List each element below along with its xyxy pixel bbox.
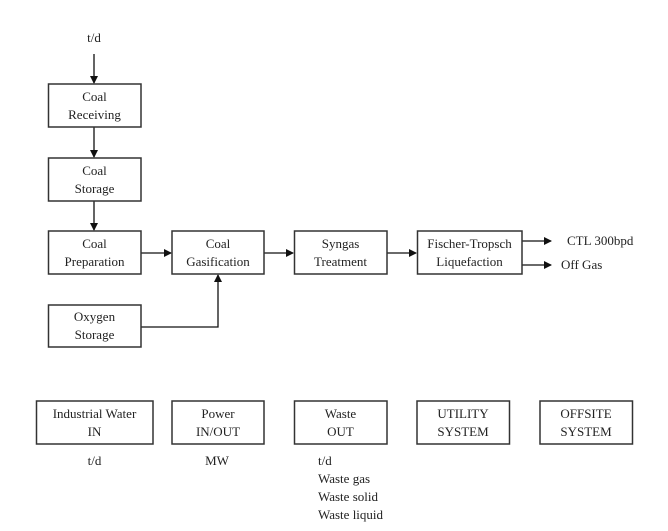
block-label: Coal	[206, 236, 231, 251]
block-coal-receiving: Coal Receiving	[47, 83, 142, 128]
block-label: Coal	[82, 236, 107, 251]
input-label: t/d	[87, 30, 101, 45]
block-label: Gasification	[186, 254, 250, 269]
block-note: t/d	[88, 453, 102, 468]
block-label: Industrial Water	[53, 406, 137, 421]
block-label: OUT	[327, 424, 354, 439]
block-coal-gasification: Coal Gasification	[171, 230, 265, 275]
block-label: Treatment	[314, 254, 367, 269]
block-note: MW	[205, 453, 230, 468]
block-label: Liquefaction	[436, 254, 503, 269]
block-label: IN/OUT	[196, 424, 240, 439]
block-label: SYSTEM	[437, 424, 489, 439]
block-coal-preparation: Coal Preparation	[47, 230, 142, 275]
support-offsite-system: OFFSITE SYSTEM	[539, 400, 634, 445]
block-label: Oxygen	[74, 309, 116, 324]
block-syngas-treatment: Syngas Treatment	[293, 230, 388, 275]
block-coal-storage: Coal Storage	[47, 157, 142, 202]
arrow-oxygen-to-gasification	[141, 274, 222, 328]
block-label: IN	[88, 424, 102, 439]
block-note: Waste solid	[318, 489, 378, 504]
output-offgas-label: Off Gas	[561, 257, 602, 272]
ctl-process-diagram: t/d Coal Receiving Coal Storage Coal Pre…	[35, 30, 634, 522]
block-label: Waste	[325, 406, 357, 421]
block-label: Syngas	[322, 236, 360, 251]
block-label: SYSTEM	[560, 424, 612, 439]
block-label: Preparation	[65, 254, 125, 269]
block-label: Storage	[75, 327, 115, 342]
support-power: Power IN/OUT MW	[171, 400, 265, 468]
block-label: Coal	[82, 89, 107, 104]
output-ctl-label: CTL 300bpd	[567, 233, 634, 248]
block-oxygen-storage: Oxygen Storage	[47, 304, 142, 348]
block-label: UTILITY	[437, 406, 489, 421]
block-note: t/d	[318, 453, 332, 468]
block-note: Waste gas	[318, 471, 370, 486]
support-utility-system: UTILITY SYSTEM	[416, 400, 511, 445]
block-label: Power	[201, 406, 235, 421]
block-note: Waste liquid	[318, 507, 384, 522]
block-label: Fischer-Tropsch	[427, 236, 512, 251]
support-industrial-water: Industrial Water IN t/d	[35, 400, 154, 468]
block-ft-liquefaction: Fischer-Tropsch Liquefaction	[416, 230, 523, 275]
block-label: Storage	[75, 181, 115, 196]
support-waste: Waste OUT t/d Waste gas Waste solid Wast…	[293, 400, 388, 522]
block-label: Receiving	[68, 107, 121, 122]
block-label: OFFSITE	[560, 406, 611, 421]
connectors	[90, 54, 552, 328]
block-label: Coal	[82, 163, 107, 178]
